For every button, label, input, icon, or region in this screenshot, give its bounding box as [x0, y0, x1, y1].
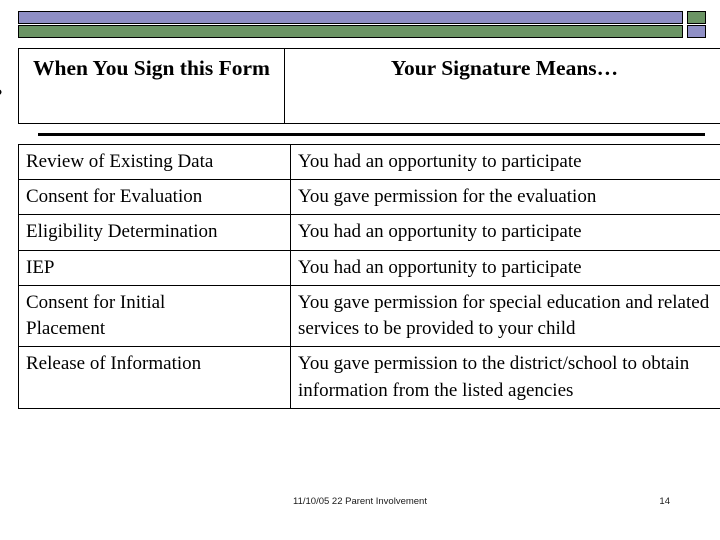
footer-page-number: 14 [659, 496, 670, 507]
table-row: IEP You had an opportunity to participat… [18, 249, 720, 286]
table-header: When You Sign this Form Your Signature M… [18, 48, 720, 124]
cell-meaning: You gave permission to the district/scho… [290, 346, 720, 409]
cell-meaning: You had an opportunity to participate [290, 143, 720, 181]
table-row: Consent for Evaluation You gave permissi… [18, 179, 720, 216]
decorative-bar-purple-stripe [18, 11, 683, 24]
header-separator-rule [38, 133, 705, 136]
table-body: Review of Existing Data You had an oppor… [18, 143, 720, 409]
cell-form: Consent for Evaluation [18, 179, 291, 216]
cell-form: Consent for Initial Placement [18, 284, 291, 348]
cell-form: Release of Information [18, 346, 291, 409]
decorative-bar-purple-accent-square [687, 25, 706, 38]
cell-meaning: You had an opportunity to participate [290, 214, 720, 251]
cell-form: Eligibility Determination [18, 214, 291, 251]
footer-note: 11/10/05 22 Parent Involvement [293, 496, 427, 507]
table-row: Consent for Initial Placement You gave p… [18, 284, 720, 348]
decorative-bar-green-accent-square [687, 11, 706, 24]
table-row: Eligibility Determination You had an opp… [18, 214, 720, 251]
table-header-row: When You Sign this Form Your Signature M… [18, 48, 720, 124]
header-cell-meaning: Your Signature Means… [284, 48, 720, 124]
table-row: Review of Existing Data You had an oppor… [18, 143, 720, 181]
table-row: Release of Information You gave permissi… [18, 346, 720, 409]
clipped-bullet-glyph: • [0, 82, 4, 108]
cell-meaning: You gave permission for the evaluation [290, 179, 720, 216]
cell-form: IEP [18, 249, 291, 286]
decorative-top-bar [18, 11, 708, 40]
decorative-bar-green-stripe [18, 25, 683, 38]
cell-meaning: You had an opportunity to participate [290, 249, 720, 286]
header-cell-form: When You Sign this Form [18, 48, 285, 124]
slide-footer: 11/10/05 22 Parent Involvement 14 [0, 494, 720, 510]
cell-meaning: You gave permission for special educatio… [290, 284, 720, 348]
cell-form: Review of Existing Data [18, 143, 291, 181]
